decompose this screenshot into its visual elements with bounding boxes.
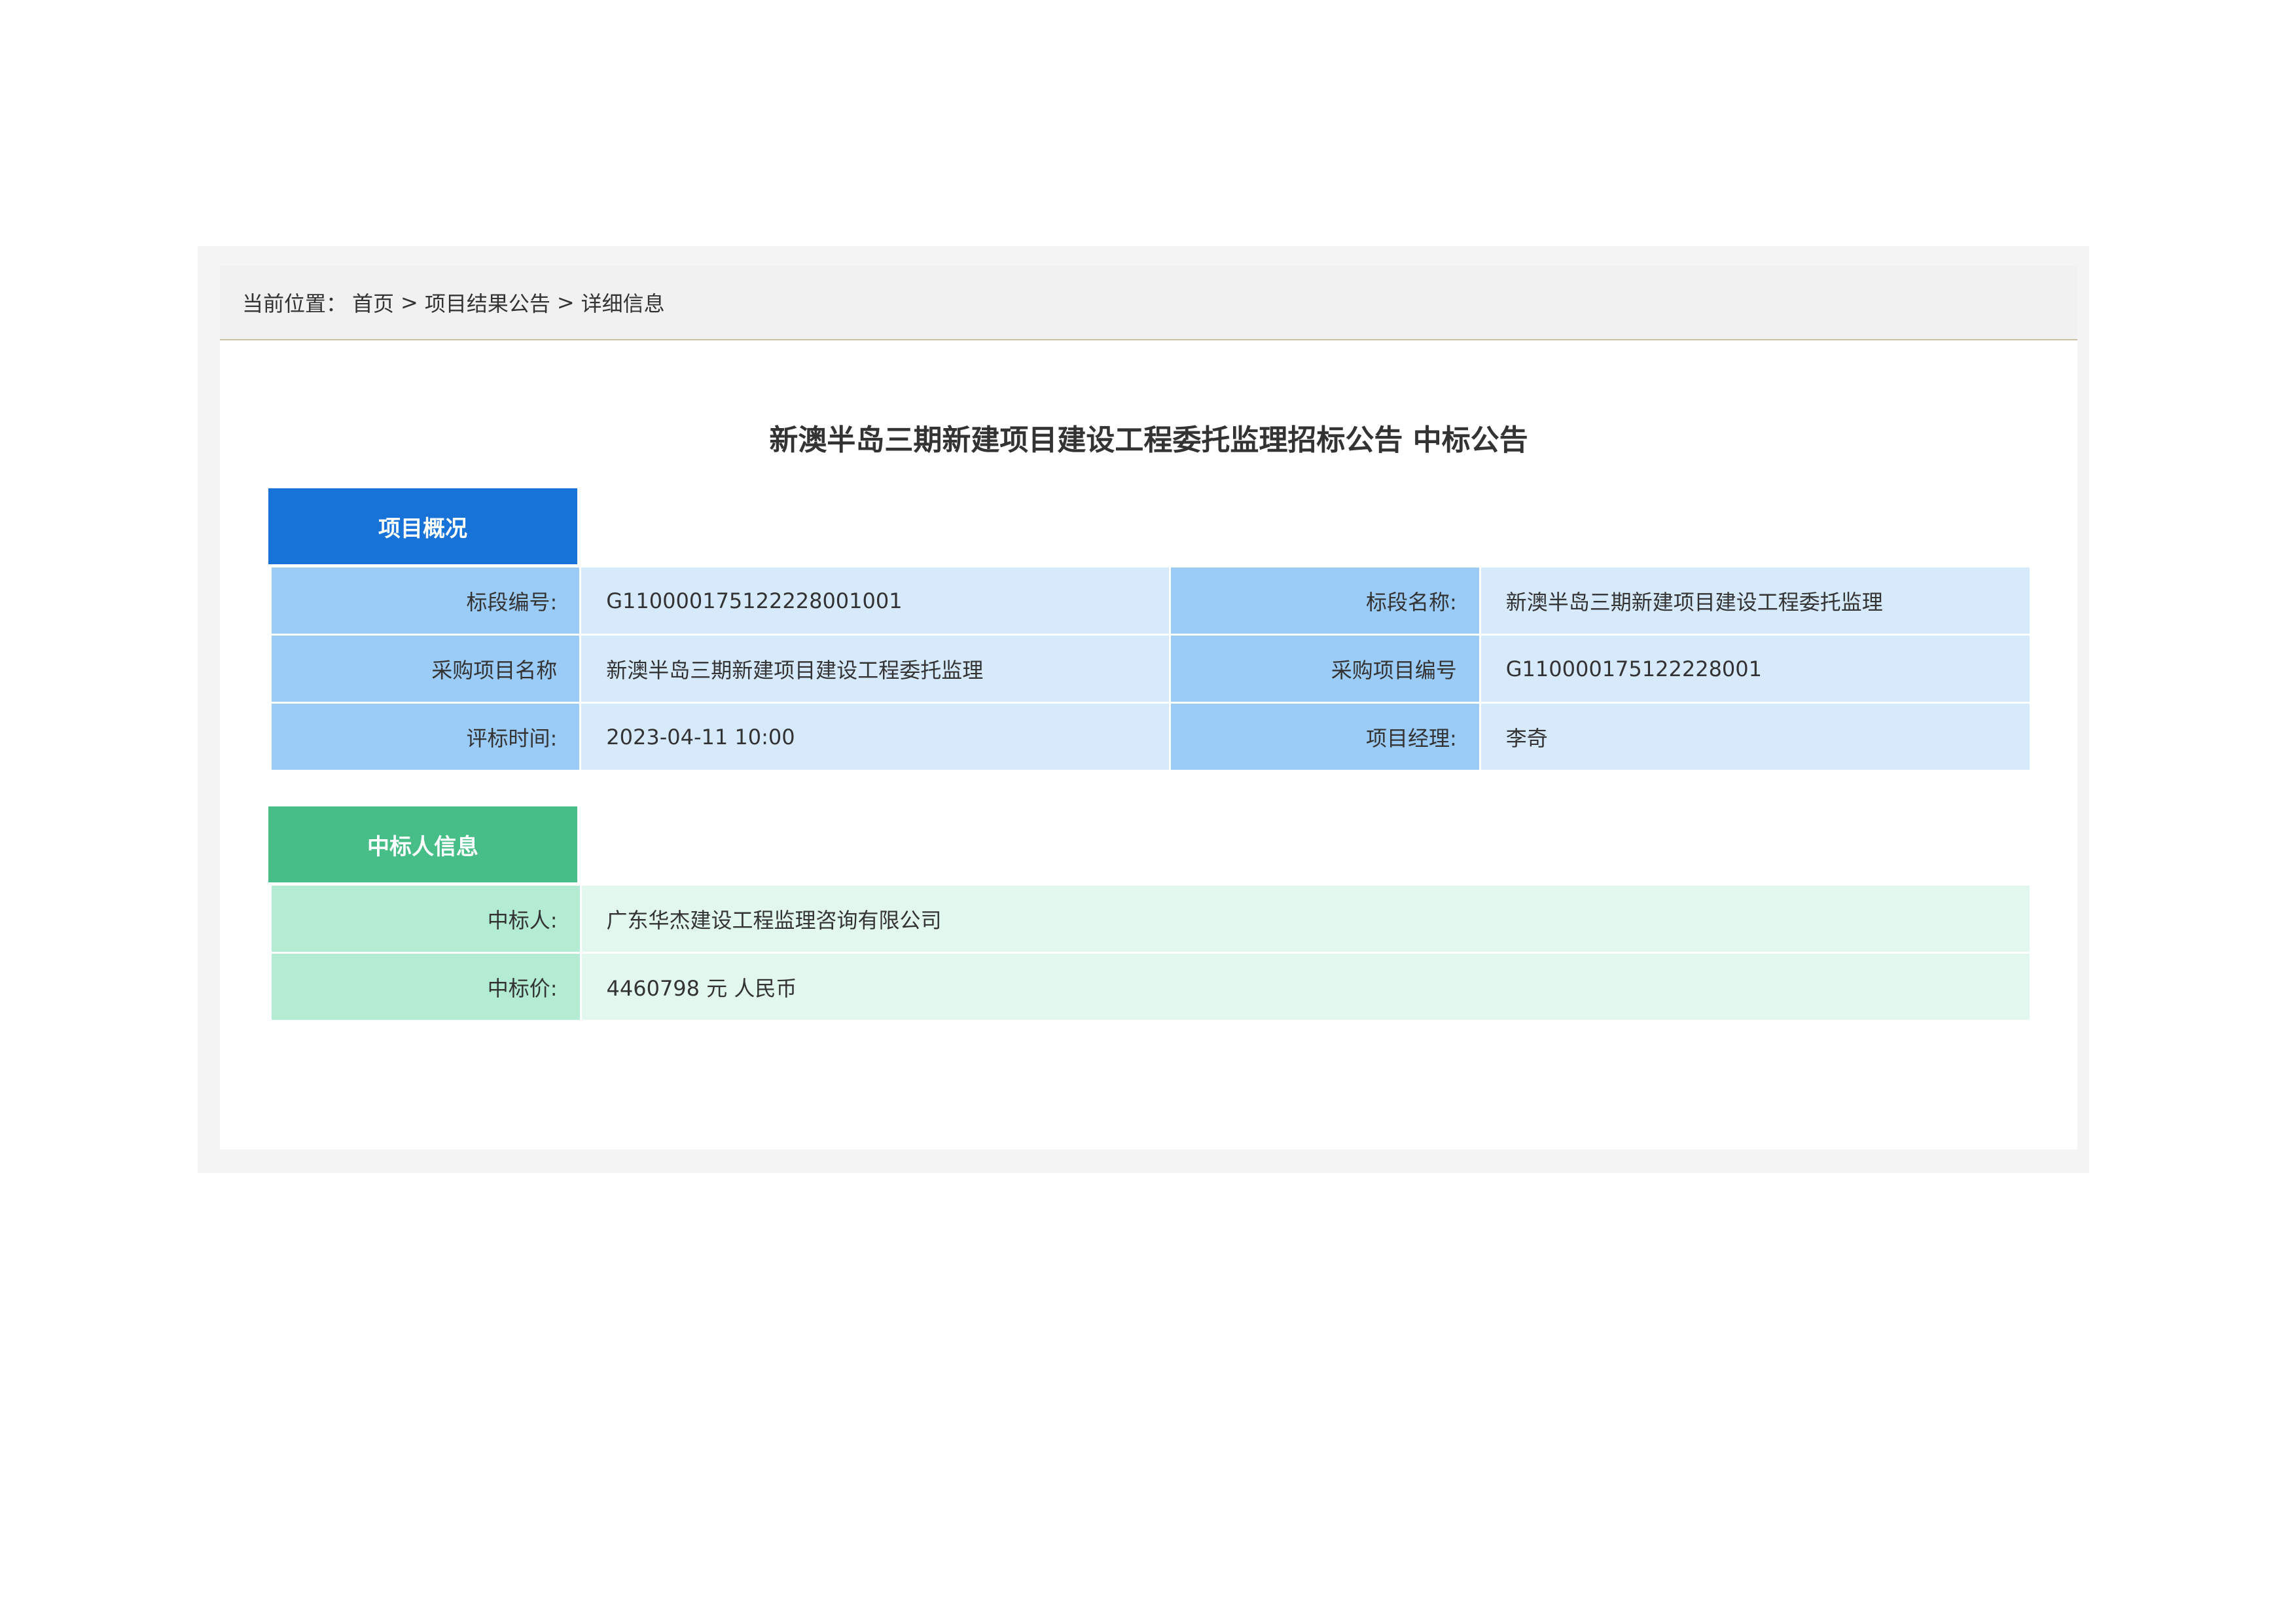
- field-value: G110000175122228001: [1479, 634, 2032, 704]
- breadcrumb-separator: >: [556, 290, 575, 315]
- table-row: 标段编号: G110000175122228001001 标段名称: 新澳半岛三…: [269, 566, 2032, 636]
- breadcrumb-separator: >: [401, 290, 418, 315]
- table-row: 中标价: 4460798 元 人民币: [270, 952, 2032, 1022]
- field-value: 新澳半岛三期新建项目建设工程委托监理: [1479, 566, 2032, 636]
- table-row: 评标时间: 2023-04-11 10:00 项目经理: 李奇: [269, 702, 2032, 772]
- field-value: 4460798 元 人民币: [579, 952, 2032, 1022]
- field-label: 中标人:: [270, 884, 582, 954]
- field-label: 项目经理:: [1169, 702, 1481, 772]
- page-title: 新澳半岛三期新建项目建设工程委托监理招标公告 中标公告: [769, 424, 1528, 457]
- breadcrumb-category-link[interactable]: 项目结果公告: [425, 287, 550, 317]
- breadcrumb-prefix: 当前位置：: [242, 291, 348, 316]
- winner-table: 中标人: 广东华杰建设工程监理咨询有限公司 中标价: 4460798 元 人民币: [270, 884, 2032, 1022]
- section-header-overview: 项目概况: [268, 488, 577, 564]
- field-label: 标段名称:: [1169, 566, 1481, 636]
- field-value: 2023-04-11 10:00: [579, 702, 1172, 772]
- page-frame: 当前位置： 首页 > 项目结果公告 > 详细信息 新澳半岛三期新建项目建设工程委…: [198, 246, 2089, 1173]
- field-label: 评标时间:: [269, 702, 582, 772]
- field-value: 新澳半岛三期新建项目建设工程委托监理: [579, 634, 1172, 704]
- field-label: 采购项目编号: [1169, 634, 1481, 704]
- table-row: 采购项目名称 新澳半岛三期新建项目建设工程委托监理 采购项目编号 G110000…: [269, 634, 2032, 704]
- section-header-winner: 中标人信息: [268, 806, 577, 882]
- field-label: 中标价:: [270, 952, 582, 1022]
- breadcrumb-current: 详细信息: [581, 291, 665, 316]
- table-row: 中标人: 广东华杰建设工程监理咨询有限公司: [270, 884, 2032, 954]
- field-value: 广东华杰建设工程监理咨询有限公司: [579, 884, 2032, 954]
- field-value: G110000175122228001001: [579, 566, 1172, 636]
- field-value: 李奇: [1479, 702, 2032, 772]
- field-label: 采购项目名称: [269, 634, 582, 704]
- overview-table: 标段编号: G110000175122228001001 标段名称: 新澳半岛三…: [269, 566, 2032, 772]
- content-panel: 当前位置： 首页 > 项目结果公告 > 详细信息 新澳半岛三期新建项目建设工程委…: [220, 266, 2077, 1149]
- breadcrumb-home-link[interactable]: 首页: [352, 287, 394, 317]
- breadcrumb: 当前位置： 首页 > 项目结果公告 > 详细信息: [220, 266, 2077, 340]
- field-label: 标段编号:: [269, 566, 582, 636]
